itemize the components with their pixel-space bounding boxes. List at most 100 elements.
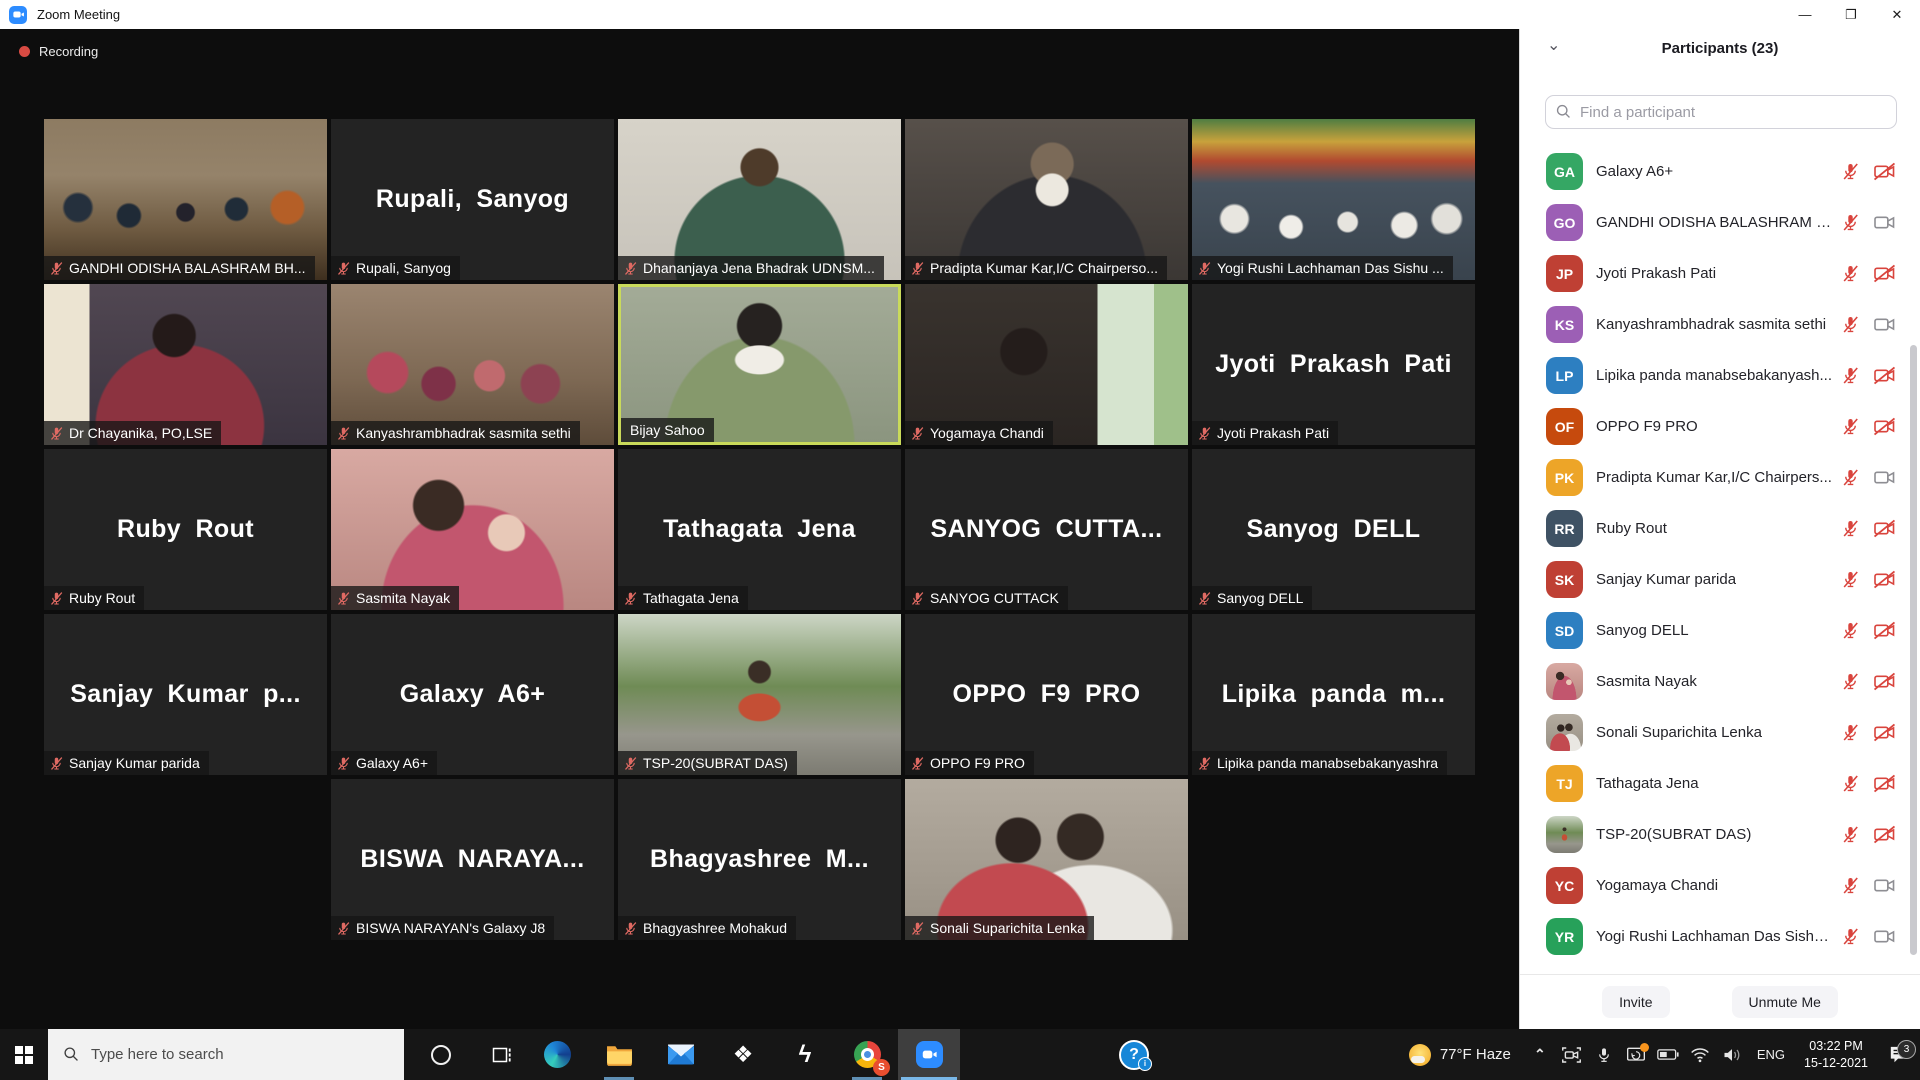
taskbar-search-placeholder: Type here to search bbox=[91, 1046, 224, 1063]
tray-microphone-button[interactable] bbox=[1588, 1045, 1620, 1065]
chrome-taskbar-button[interactable]: S bbox=[836, 1029, 898, 1080]
zoom-taskbar-icon bbox=[916, 1041, 943, 1068]
mic-muted-icon bbox=[1197, 426, 1212, 441]
participant-row[interactable]: RRRuby Rout bbox=[1520, 503, 1920, 554]
tray-camera-button[interactable] bbox=[1556, 1046, 1588, 1064]
video-tile[interactable]: Bhagyashree M...Bhagyashree Mohakud bbox=[618, 779, 901, 940]
video-tile[interactable]: Pradipta Kumar Kar,I/C Chairperso... bbox=[905, 119, 1188, 280]
video-tile[interactable]: GANDHI ODISHA BALASHRAM BH... bbox=[44, 119, 327, 280]
participant-row[interactable]: LPLipika panda manabsebakanyash... bbox=[1520, 350, 1920, 401]
participant-status-icons bbox=[1841, 621, 1896, 640]
participant-name: Sanyog DELL bbox=[1596, 622, 1689, 639]
tile-name-text: Ruby Rout bbox=[69, 590, 135, 606]
video-tile[interactable]: Lipika panda m...Lipika panda manabsebak… bbox=[1192, 614, 1475, 775]
participant-initials-avatar: GO bbox=[1546, 204, 1583, 241]
video-tile[interactable]: Jyoti Prakash PatiJyoti Prakash Pati bbox=[1192, 284, 1475, 445]
participant-row[interactable]: OFOPPO F9 PRO bbox=[1520, 401, 1920, 452]
participant-row[interactable]: KSKanyashrambhadrak sasmita sethi bbox=[1520, 299, 1920, 350]
mic-muted-icon bbox=[1197, 591, 1212, 606]
video-tile[interactable]: Tathagata JenaTathagata Jena bbox=[618, 449, 901, 610]
tile-name-text: Galaxy A6+ bbox=[356, 755, 428, 771]
video-tile[interactable]: Sasmita Nayak bbox=[331, 449, 614, 610]
participant-row[interactable]: Sonali Suparichita Lenka bbox=[1520, 707, 1920, 758]
tray-wifi-button[interactable] bbox=[1684, 1047, 1716, 1063]
lightning-app-taskbar-button[interactable]: ϟ bbox=[774, 1029, 836, 1080]
help-taskbar-button[interactable]: ?i bbox=[1110, 1029, 1158, 1080]
dropbox-taskbar-button[interactable]: ❖ bbox=[712, 1029, 774, 1080]
tile-name-text: Jyoti Prakash Pati bbox=[1217, 425, 1329, 441]
find-participant-input[interactable] bbox=[1545, 95, 1897, 129]
tray-expand-button[interactable]: ⌃ bbox=[1524, 1046, 1556, 1063]
video-tile[interactable]: Sonali Suparichita Lenka bbox=[905, 779, 1188, 940]
participant-status-icons bbox=[1841, 825, 1896, 844]
video-tile[interactable]: Bijay Sahoo bbox=[618, 284, 901, 445]
participant-row[interactable]: PKPradipta Kumar Kar,I/C Chairpers... bbox=[1520, 452, 1920, 503]
video-tile[interactable]: Yogi Rushi Lachhaman Das Sishu ... bbox=[1192, 119, 1475, 280]
task-view-button[interactable] bbox=[478, 1029, 526, 1080]
restore-button[interactable]: ❐ bbox=[1828, 0, 1874, 29]
unmute-me-button[interactable]: Unmute Me bbox=[1732, 986, 1838, 1018]
mic-muted-icon bbox=[336, 756, 351, 771]
video-tile[interactable]: SANYOG CUTTA...SANYOG CUTTACK bbox=[905, 449, 1188, 610]
participant-row[interactable]: YCYogamaya Chandi bbox=[1520, 860, 1920, 911]
video-tile[interactable]: BISWA NARAYA...BISWA NARAYAN's Galaxy J8 bbox=[331, 779, 614, 940]
tile-name-label: Ruby Rout bbox=[44, 586, 144, 610]
participant-row[interactable]: GOGANDHI ODISHA BALASHRAM B... bbox=[1520, 197, 1920, 248]
mic-muted-icon bbox=[1841, 825, 1860, 844]
language-indicator[interactable]: ENG bbox=[1748, 1047, 1794, 1062]
mic-muted-icon bbox=[623, 756, 638, 771]
participant-row[interactable]: TJTathagata Jena bbox=[1520, 758, 1920, 809]
file-explorer-taskbar-button[interactable] bbox=[588, 1029, 650, 1080]
invite-button[interactable]: Invite bbox=[1602, 986, 1669, 1018]
video-tile[interactable]: Dr Chayanika, PO,LSE bbox=[44, 284, 327, 445]
video-tile[interactable]: Rupali, SanyogRupali, Sanyog bbox=[331, 119, 614, 280]
video-tile[interactable]: Sanyog DELLSanyog DELL bbox=[1192, 449, 1475, 610]
video-tile[interactable]: Yogamaya Chandi bbox=[905, 284, 1188, 445]
video-tile[interactable]: Dhananjaya Jena Bhadrak UDNSM... bbox=[618, 119, 901, 280]
participants-scrollbar[interactable] bbox=[1910, 345, 1917, 955]
tile-name-label: SANYOG CUTTACK bbox=[905, 586, 1068, 610]
minimize-button[interactable]: — bbox=[1782, 0, 1828, 29]
participant-name: Kanyashrambhadrak sasmita sethi bbox=[1596, 316, 1826, 333]
video-tile[interactable]: OPPO F9 PROOPPO F9 PRO bbox=[905, 614, 1188, 775]
video-tile[interactable]: Ruby RoutRuby Rout bbox=[44, 449, 327, 610]
tile-name-label: Yogamaya Chandi bbox=[905, 421, 1053, 445]
close-button[interactable]: ✕ bbox=[1874, 0, 1920, 29]
cortana-button[interactable] bbox=[404, 1029, 478, 1080]
weather-widget[interactable]: 77°F Haze bbox=[1396, 1044, 1524, 1066]
video-tile[interactable]: Kanyashrambhadrak sasmita sethi bbox=[331, 284, 614, 445]
mic-muted-icon bbox=[1841, 621, 1860, 640]
participant-row[interactable]: SDSanyog DELL bbox=[1520, 605, 1920, 656]
participant-status-icons bbox=[1841, 417, 1896, 436]
tray-battery-button[interactable] bbox=[1652, 1048, 1684, 1061]
action-center-button[interactable]: 3 bbox=[1878, 1045, 1920, 1065]
notification-count-badge: 3 bbox=[1897, 1040, 1916, 1059]
tray-volume-button[interactable] bbox=[1716, 1047, 1748, 1063]
participant-status-icons bbox=[1841, 519, 1896, 538]
participant-row[interactable]: TSP-20(SUBRAT DAS) bbox=[1520, 809, 1920, 860]
taskbar-search[interactable]: Type here to search bbox=[48, 1029, 404, 1080]
windows-taskbar: Type here to search ❖ ϟ S ?i 77°F Haze bbox=[0, 1029, 1920, 1080]
participant-row[interactable]: GAGalaxy A6+ bbox=[1520, 146, 1920, 197]
zoom-taskbar-button[interactable] bbox=[898, 1029, 960, 1080]
start-button[interactable] bbox=[0, 1029, 48, 1080]
taskbar-clock[interactable]: 03:22 PM 15-12-2021 bbox=[1794, 1038, 1878, 1072]
battery-icon bbox=[1657, 1048, 1679, 1061]
weather-text: 77°F Haze bbox=[1440, 1046, 1511, 1063]
participant-photo-avatar bbox=[1546, 663, 1583, 700]
video-tile[interactable]: Galaxy A6+Galaxy A6+ bbox=[331, 614, 614, 775]
edge-taskbar-button[interactable] bbox=[526, 1029, 588, 1080]
participant-row[interactable]: YRYogi Rushi Lachhaman Das Sishu ... bbox=[1520, 911, 1920, 962]
video-tile[interactable]: TSP-20(SUBRAT DAS) bbox=[618, 614, 901, 775]
participant-row[interactable]: SKSanjay Kumar parida bbox=[1520, 554, 1920, 605]
participant-initials-avatar: YC bbox=[1546, 867, 1583, 904]
video-tile[interactable]: Sanjay Kumar p...Sanjay Kumar parida bbox=[44, 614, 327, 775]
cortana-icon bbox=[431, 1045, 451, 1065]
participant-row[interactable]: Sasmita Nayak bbox=[1520, 656, 1920, 707]
participant-row[interactable]: JPJyoti Prakash Pati bbox=[1520, 248, 1920, 299]
tray-cast-button[interactable] bbox=[1620, 1046, 1652, 1064]
recording-indicator[interactable]: Recording bbox=[19, 44, 98, 59]
participant-name: Sanjay Kumar parida bbox=[1596, 571, 1736, 588]
mail-taskbar-button[interactable] bbox=[650, 1029, 712, 1080]
mic-muted-icon bbox=[1841, 366, 1860, 385]
